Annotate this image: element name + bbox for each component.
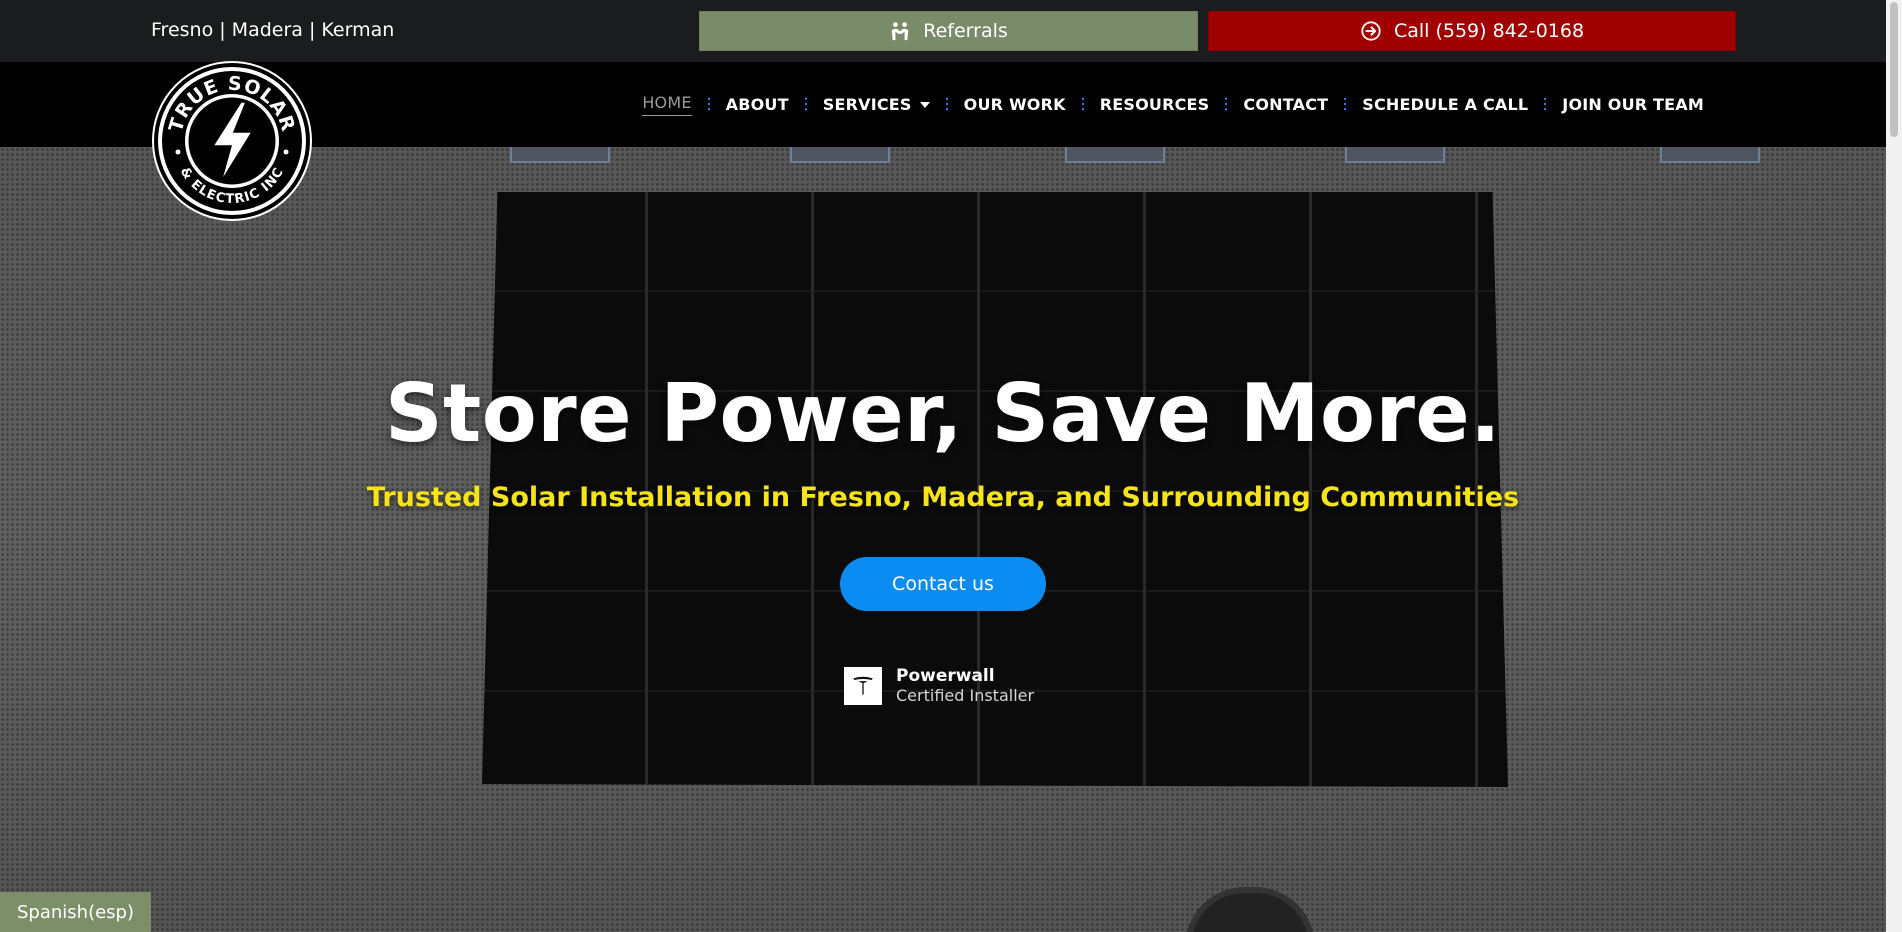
roof-vent <box>790 147 890 163</box>
nav-item-schedule-a-call[interactable]: SCHEDULE A CALL <box>1346 95 1544 114</box>
nav-label-schedule-a-call: SCHEDULE A CALL <box>1362 95 1529 114</box>
hero-section <box>0 147 1886 932</box>
nav-item-services[interactable]: SERVICES <box>807 95 946 114</box>
top-utility-bar: Fresno | Madera | Kerman Referrals Call … <box>0 0 1886 62</box>
call-button[interactable]: Call (559) 842-0168 <box>1208 11 1736 51</box>
contact-us-label: Contact us <box>892 573 994 595</box>
language-switcher[interactable]: Spanish(esp) <box>0 892 151 932</box>
badge-subtitle: Certified Installer <box>896 685 1035 705</box>
roof-vent <box>1065 147 1165 163</box>
nav-label-about: ABOUT <box>725 95 789 114</box>
nav-item-home[interactable]: HOME <box>626 93 707 116</box>
main-nav: HOME ABOUT SERVICES OUR WORK RESOURCES C… <box>626 62 1720 147</box>
nav-label-contact: CONTACT <box>1243 95 1329 114</box>
page-scrollbar[interactable] <box>1886 0 1902 932</box>
nav-label-services: SERVICES <box>822 95 912 114</box>
referrals-button[interactable]: Referrals <box>699 11 1198 51</box>
language-label: Spanish(esp) <box>17 901 134 923</box>
badge-title: Powerwall <box>896 666 995 687</box>
nav-item-join-our-team[interactable]: JOIN OUR TEAM <box>1546 95 1720 114</box>
nav-label-resources: RESOURCES <box>1099 95 1210 114</box>
nav-item-our-work[interactable]: OUR WORK <box>948 95 1082 114</box>
powerwall-badge: Powerwall Certified Installer <box>844 666 1035 705</box>
nav-label-home: HOME <box>642 93 692 116</box>
roof-vent <box>1660 147 1760 163</box>
hero-title: Store Power, Save More. <box>384 367 1502 460</box>
handshake-icon <box>889 20 911 42</box>
hero-subtitle: Trusted Solar Installation in Fresno, Ma… <box>366 482 1520 513</box>
caret-down-icon <box>919 101 930 108</box>
nav-item-contact[interactable]: CONTACT <box>1227 95 1344 114</box>
company-logo[interactable]: TRUE SOLAR & ELECTRIC INC <box>151 60 313 222</box>
scrollbar-thumb[interactable] <box>1890 2 1898 137</box>
service-locations: Fresno | Madera | Kerman <box>151 19 395 41</box>
nav-item-resources[interactable]: RESOURCES <box>1084 95 1226 114</box>
referrals-label: Referrals <box>923 20 1008 42</box>
tesla-icon <box>844 667 882 705</box>
nav-label-join-our-team: JOIN OUR TEAM <box>1562 95 1704 114</box>
roof-vent <box>510 147 610 163</box>
vehicle-roof <box>1185 887 1315 932</box>
nav-label-our-work: OUR WORK <box>963 95 1066 114</box>
arrow-circle-right-icon <box>1360 20 1382 42</box>
nav-item-about[interactable]: ABOUT <box>710 95 805 114</box>
call-label: Call (559) 842-0168 <box>1393 20 1585 42</box>
contact-us-button[interactable]: Contact us <box>840 557 1046 611</box>
roof-vent <box>1345 147 1445 163</box>
